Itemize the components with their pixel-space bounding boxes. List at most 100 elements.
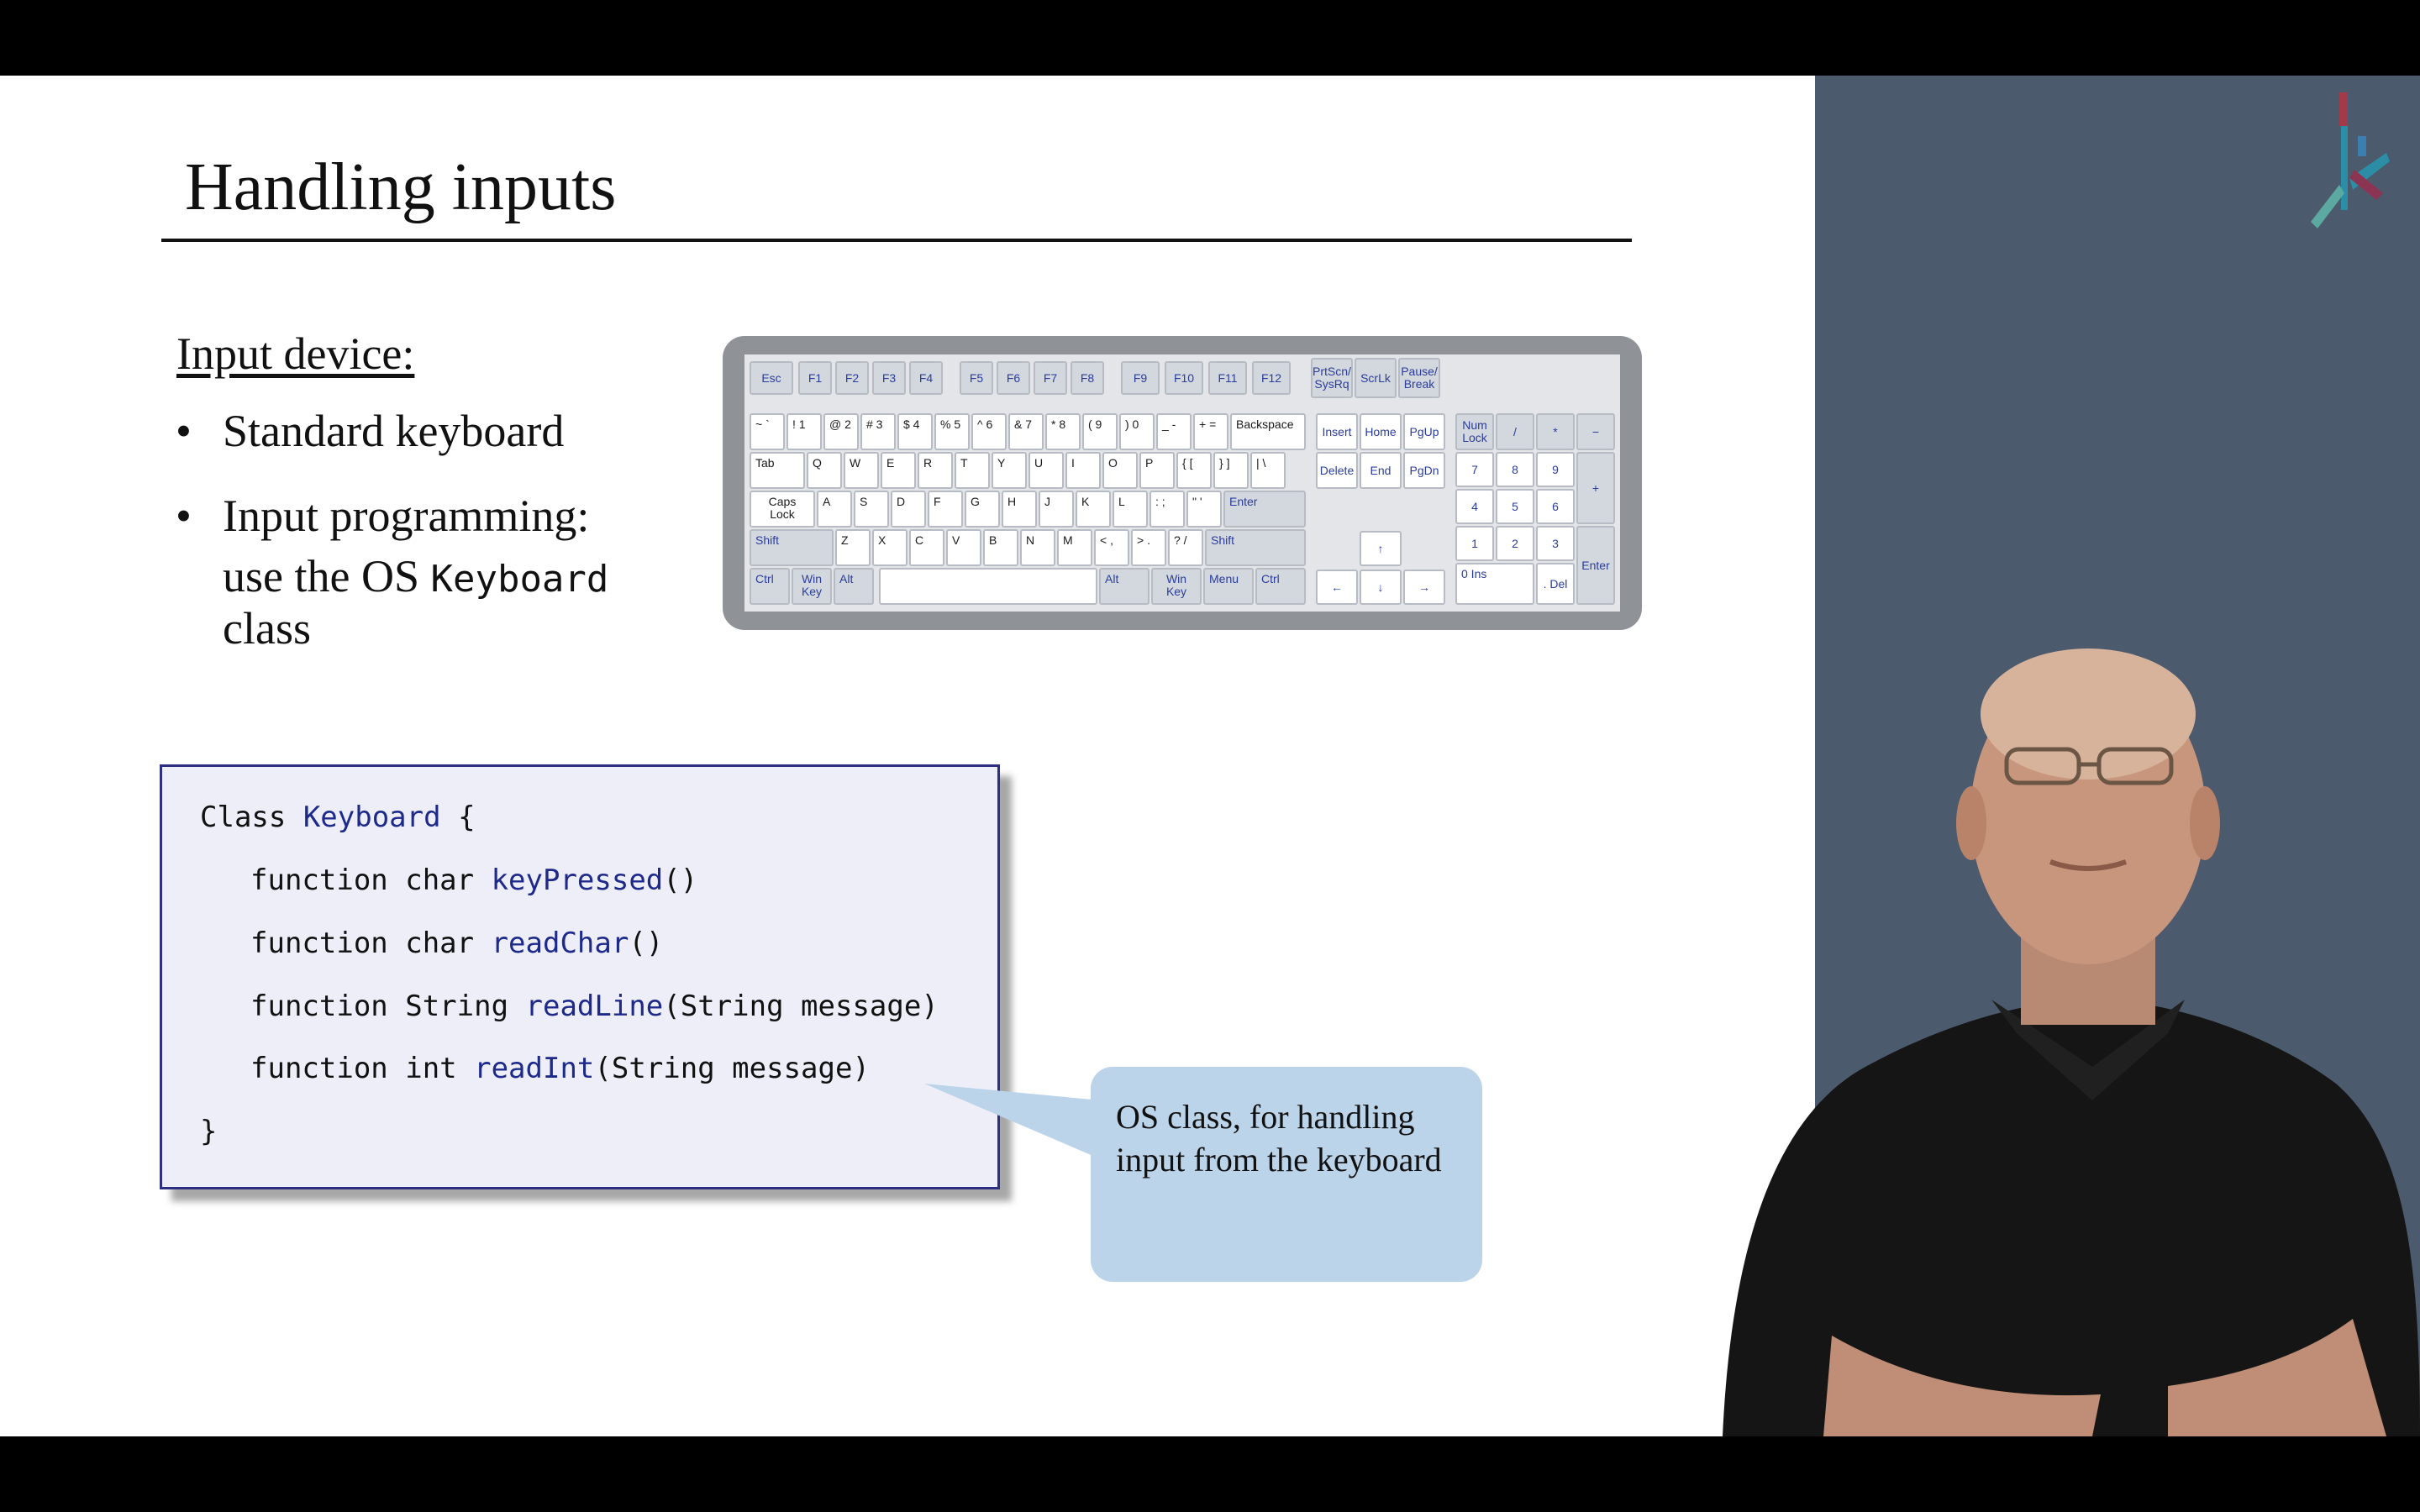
key-numpad-digit: 1 (1455, 526, 1494, 561)
key-modifier: Win Key (1151, 568, 1202, 605)
key-letter: B (983, 529, 1018, 566)
slide: Handling inputs Input device: • Standard… (0, 76, 1815, 1436)
code-args: (String message) (663, 990, 939, 1023)
key-caps-lock: Caps Lock (750, 491, 815, 528)
key-nav: Insert (1316, 413, 1358, 450)
key-letter: | \ (1250, 452, 1286, 489)
code-brace: { (440, 801, 476, 834)
code-signature: function String (250, 990, 526, 1023)
key-nav: PgDn (1403, 452, 1445, 489)
key-letter: E (881, 452, 916, 489)
key-letter: C (909, 529, 944, 566)
key-number-row: % 5 (934, 413, 970, 450)
keyboard-illustration: Esc F1 F2 F3 F4 F5 F6 F7 F8 F9 F10 F11 F12 PrtScn/ Sy… (723, 336, 1642, 630)
callout-text: OS class, for handling input from the ke… (1116, 1095, 1442, 1181)
key-f9: F9 (1121, 361, 1160, 395)
key-letter: H (1002, 491, 1037, 528)
code-line-class: Class Keyboard { (200, 801, 476, 834)
key-letter: R (918, 452, 953, 489)
input-device-heading: Input device: (176, 328, 415, 379)
key-arrow-up: ↑ (1360, 531, 1402, 566)
code-keyword: Class (200, 801, 303, 834)
key-backspace: Backspace (1230, 413, 1306, 450)
key-letter: L (1113, 491, 1148, 528)
key-f10: F10 (1165, 361, 1203, 395)
key-shift-right: Shift (1205, 529, 1306, 566)
key-letter: V (946, 529, 981, 566)
key-letter: G (965, 491, 1000, 528)
code-args: () (663, 864, 698, 897)
video-frame: Handling inputs Input device: • Standard… (0, 76, 2420, 1436)
code-method-name: readLine (525, 990, 664, 1023)
presenter-image (1723, 648, 2420, 1436)
key-number-row: @ 2 (823, 413, 859, 450)
key-sys: Pause/ Break (1398, 358, 1440, 398)
key-letter: J (1039, 491, 1074, 528)
key-f5: F5 (960, 361, 993, 395)
key-arrow-right: → (1403, 570, 1445, 605)
keyboard-class-name: Keyboard (430, 558, 609, 601)
code-line-readchar: function char readChar() (250, 927, 663, 960)
key-letter: U (1028, 452, 1064, 489)
key-nav: Delete (1316, 452, 1358, 489)
key-number-row: ( 9 (1082, 413, 1118, 450)
key-nav: PgUp (1403, 413, 1445, 450)
code-signature: function int (250, 1052, 475, 1085)
key-tab: Tab (750, 452, 805, 489)
key-number-row: _ - (1156, 413, 1192, 450)
code-args: (String message) (594, 1052, 870, 1085)
key-numpad-enter: Enter (1576, 526, 1615, 605)
key-letter: N (1020, 529, 1055, 566)
key-letter: Z (835, 529, 871, 566)
key-letter: Q (807, 452, 842, 489)
key-numpad: Num Lock (1455, 413, 1494, 450)
key-modifier: Win Key (792, 568, 832, 605)
key-letter: > . (1131, 529, 1166, 566)
bullet-dot: • (176, 491, 192, 541)
key-numpad-plus: + (1576, 452, 1615, 524)
key-f8: F8 (1071, 361, 1104, 395)
bullet-dot: • (176, 406, 192, 456)
key-arrow-left: ← (1316, 570, 1358, 605)
code-line-readint: function int readInt(String message) (250, 1052, 870, 1085)
key-number-row: & 7 (1008, 413, 1044, 450)
key-numpad-digit: 7 (1455, 452, 1494, 487)
key-number-row: ~ ` (750, 413, 785, 450)
key-sys: ScrLk (1355, 358, 1397, 398)
key-letter: O (1102, 452, 1138, 489)
key-letter: : ; (1150, 491, 1185, 528)
key-numpad: / (1496, 413, 1534, 450)
key-number-row: ) 0 (1119, 413, 1155, 450)
key-number-row: ^ 6 (971, 413, 1007, 450)
key-numpad-digit: 9 (1536, 452, 1575, 487)
key-letter: ? / (1168, 529, 1203, 566)
callout-line-1: OS class, for handling (1116, 1098, 1415, 1136)
code-signature: function char (250, 864, 492, 897)
key-numpad-digit: 5 (1496, 489, 1534, 524)
key-letter: } ] (1213, 452, 1249, 489)
key-f6: F6 (997, 361, 1030, 395)
key-f11: F11 (1208, 361, 1247, 395)
code-method-name: readChar (491, 927, 629, 960)
key-arrow-down: ↓ (1360, 570, 1402, 605)
key-letter: A (817, 491, 852, 528)
key-number-row: + = (1193, 413, 1228, 450)
key-letter: K (1076, 491, 1111, 528)
title-underline (161, 239, 1632, 242)
code-line-keypressed: function char keyPressed() (250, 864, 697, 897)
key-number-row: $ 4 (897, 413, 933, 450)
key-f2: F2 (835, 361, 869, 395)
key-numpad-zero: 0 Ins (1455, 563, 1534, 605)
key-number-row: # 3 (860, 413, 896, 450)
key-sys: PrtScn/ SysRq (1311, 358, 1353, 398)
key-letter: D (891, 491, 926, 528)
code-line-readline: function String readLine(String message) (250, 990, 939, 1023)
key-letter: T (955, 452, 990, 489)
slide-title: Handling inputs (185, 150, 617, 224)
bullet-text: Standard keyboard (223, 406, 565, 456)
key-numpad-digit: 8 (1496, 452, 1534, 487)
key-f3: F3 (872, 361, 906, 395)
code-class-name: Keyboard (302, 801, 441, 834)
key-letter: F (928, 491, 963, 528)
key-letter: W (844, 452, 879, 489)
